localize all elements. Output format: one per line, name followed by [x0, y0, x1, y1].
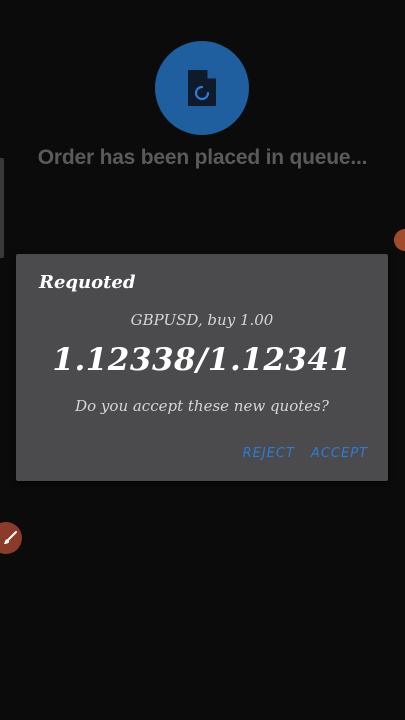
symbol-order-line: GBPUSD, buy 1.00	[130, 311, 274, 329]
requote-dialog: Requoted GBPUSD, buy 1.00 1.12338/1.1234…	[16, 254, 388, 481]
queue-status-text: Order has been placed in queue...	[37, 146, 368, 169]
reject-button[interactable]: REJECT	[243, 446, 295, 461]
new-quotes-value: 1.12338/1.12341	[52, 342, 352, 378]
accept-button[interactable]: ACCEPT	[311, 446, 368, 461]
side-panel-handle[interactable]	[0, 158, 4, 258]
dialog-title: Requoted	[39, 272, 136, 293]
brush-icon	[4, 531, 17, 544]
order-status-circle	[155, 41, 249, 135]
document-loading-icon	[188, 70, 216, 106]
accept-question: Do you accept these new quotes?	[75, 397, 329, 415]
floating-bubble-right[interactable]	[394, 229, 405, 251]
floating-brush-button[interactable]	[0, 522, 22, 554]
dialog-actions: REJECT ACCEPT	[243, 446, 368, 461]
screen: Order has been placed in queue... Requot…	[0, 0, 405, 720]
